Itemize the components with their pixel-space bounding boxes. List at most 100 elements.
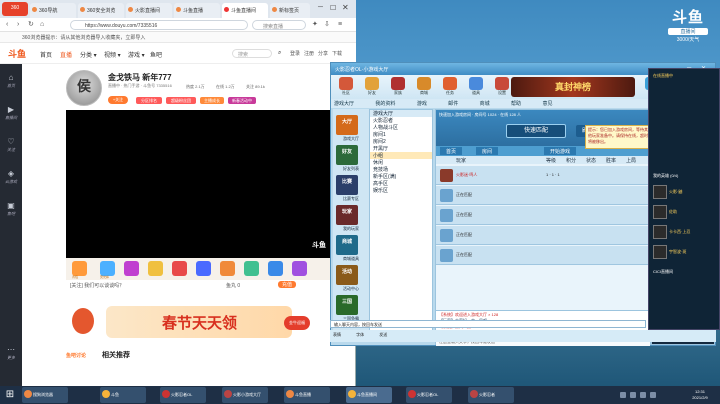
lobby-button[interactable]: 大厅	[336, 115, 358, 135]
rocket-icon[interactable]	[172, 261, 187, 276]
browser-logo-icon[interactable]: 360	[2, 2, 28, 16]
menu-icon[interactable]: ≡	[338, 21, 344, 28]
toolbar-community[interactable]: 社区	[335, 77, 357, 96]
nav-game[interactable]: 游戏 ▾	[128, 50, 145, 59]
tree-item[interactable]: 新手区(满)	[370, 173, 432, 180]
sidebar-item-fishbar[interactable]: ▣ 鱼吧	[0, 200, 22, 222]
tree-root[interactable]: 游戏大厅	[370, 110, 432, 117]
browser-tab-active[interactable]: 斗鱼直播间	[222, 3, 268, 18]
home-icon[interactable]: ⌂	[40, 21, 46, 28]
share-link[interactable]: 分享	[318, 50, 328, 57]
toolbar-clan[interactable]: 家族	[387, 77, 409, 96]
tree-item[interactable]: 竞技场	[370, 166, 432, 173]
menu-profile[interactable]: 我的资料	[375, 101, 395, 107]
recharge-button[interactable]: 充值	[278, 281, 297, 288]
shop-button[interactable]: 商城	[336, 235, 358, 255]
tray-network-icon[interactable]	[620, 392, 626, 398]
gift-icon[interactable]	[244, 261, 259, 276]
nav-live[interactable]: 直播	[60, 50, 72, 59]
tree-item-selected[interactable]: 小组	[370, 152, 432, 159]
taskbar-item-active[interactable]: 斗鱼直播间	[346, 387, 392, 403]
menu-help[interactable]: 帮助	[511, 101, 521, 107]
tree-item[interactable]: 娱乐区	[370, 187, 432, 194]
taskbar-item[interactable]: 火影小游戏大厅	[222, 387, 268, 403]
nav-home[interactable]: 首页	[40, 50, 52, 59]
nav-video[interactable]: 视频 ▾	[104, 50, 121, 59]
taskbar-clock[interactable]: 12:31 2021/2/9	[680, 389, 720, 403]
start-button-icon[interactable]: ⊞	[2, 388, 18, 402]
glowstick-icon[interactable]	[100, 261, 115, 276]
follow-button[interactable]: +关注	[108, 96, 128, 104]
nav-category[interactable]: 分类 ▾	[80, 50, 97, 59]
toolbar-settings[interactable]: 设置	[491, 77, 513, 96]
tray-security-icon[interactable]	[650, 392, 656, 398]
window-close-icon[interactable]: ✕	[342, 3, 349, 12]
taskbar-item[interactable]: 火影忍者OL	[406, 387, 452, 403]
url-field[interactable]: https://www.douyu.com/7335516	[70, 20, 248, 30]
match-button[interactable]: 比赛	[336, 175, 358, 195]
taskbar-item[interactable]: 火影忍者OL	[160, 387, 206, 403]
table-row[interactable]: 正在匹配	[436, 246, 650, 265]
card-icon[interactable]	[124, 261, 139, 276]
table-row[interactable]: 正在匹配	[436, 206, 650, 225]
toolbar-item[interactable]: 道具	[465, 77, 487, 96]
download-link[interactable]: 下载	[332, 50, 342, 57]
tab-start-game[interactable]: 开始游戏	[544, 147, 577, 155]
menu-game[interactable]: 游戏	[417, 101, 427, 107]
sidebar-item-more[interactable]: ⋯ 更多	[0, 344, 22, 366]
menu-lobby[interactable]: 游戏大厅	[334, 101, 354, 107]
streamer-avatar[interactable]: 侯	[66, 70, 102, 106]
tag-event[interactable]: 新春活动中	[228, 97, 256, 104]
table-row[interactable]: 火影迷·鸣人 1 · 1 · 1	[436, 166, 650, 185]
sidebar-item-home[interactable]: ⌂ 首页	[0, 72, 22, 94]
send-button[interactable]: 发送	[379, 332, 387, 337]
forward-icon[interactable]: ›	[17, 21, 23, 28]
plane-icon[interactable]	[148, 261, 163, 276]
video-player[interactable]: 斗鱼	[66, 110, 330, 258]
taskbar-item[interactable]: 斗鱼直播	[284, 387, 330, 403]
douyu-logo[interactable]: 斗鱼	[8, 47, 34, 59]
tree-item[interactable]: 高手区	[370, 180, 432, 187]
tab-home[interactable]: 首页	[440, 147, 463, 155]
font-button[interactable]: 字体	[356, 332, 364, 337]
event-button[interactable]: 活动	[336, 265, 358, 285]
bookmark-note[interactable]: 360浏览器提示：请从其他浏览器导入收藏夹，立即导入	[22, 35, 145, 41]
table-row[interactable]: 正在匹配	[436, 186, 650, 205]
banner-action-button[interactable]: 金牛迎福	[284, 316, 310, 330]
player-avatar[interactable]	[653, 245, 667, 259]
tree-item[interactable]: 休闲	[370, 159, 432, 166]
menu-shop[interactable]: 商城	[480, 101, 490, 107]
bottom-chat-input[interactable]: 输入聊天内容，按回车发送	[330, 320, 646, 328]
browser-tab[interactable]: 新标签页	[270, 3, 310, 18]
gift-icon[interactable]	[292, 261, 307, 276]
system-notice-popup[interactable]: 提示：您已加入游戏房间，等待其他玩家准备中。请保持在线，超时将被移出。	[585, 125, 651, 149]
table-row[interactable]: 正在匹配	[436, 226, 650, 245]
menu-mail[interactable]: 邮件	[448, 101, 458, 107]
tab-room[interactable]: 房间	[476, 147, 499, 155]
player-button[interactable]: 玩家	[336, 205, 358, 225]
three-kingdoms-button[interactable]: 三国	[336, 295, 358, 315]
spring-festival-banner[interactable]: 春节天天领 金牛迎福	[66, 302, 330, 342]
player-avatar[interactable]	[653, 185, 667, 199]
browser-tab[interactable]: 360导航	[30, 3, 76, 18]
tag-rank[interactable]: 分区排名	[136, 97, 162, 104]
toolbar-shop[interactable]: 商城	[413, 77, 435, 96]
taskbar-item[interactable]: 搜狗浏览器	[22, 387, 68, 403]
fishbar-link[interactable]: 鱼吧讨论	[66, 353, 86, 359]
tree-item[interactable]: 火影忍者	[370, 117, 432, 124]
search-icon[interactable]: ⌕	[278, 50, 281, 57]
toolbar-task[interactable]: 任务	[439, 77, 461, 96]
quick-match-button[interactable]: 快速匹配	[506, 124, 566, 138]
tag-growth[interactable]: 主播成长	[200, 97, 224, 104]
sidebar-item-game[interactable]: ◈ 云游戏	[0, 168, 22, 190]
tray-volume-icon[interactable]	[630, 392, 636, 398]
tag-fanclub[interactable]: 超级粉丝团	[166, 97, 196, 104]
sidebar-item-follow[interactable]: ♡ 关注	[0, 136, 22, 158]
download-icon[interactable]: ⇩	[324, 21, 330, 28]
back-icon[interactable]: ‹	[6, 21, 12, 28]
backpack-icon[interactable]	[72, 261, 87, 276]
superrocket-icon[interactable]	[196, 261, 211, 276]
site-search-input[interactable]: 搜索	[232, 49, 272, 58]
tree-item[interactable]: 房间2	[370, 138, 432, 145]
menu-feedback[interactable]: 意见	[542, 101, 552, 107]
